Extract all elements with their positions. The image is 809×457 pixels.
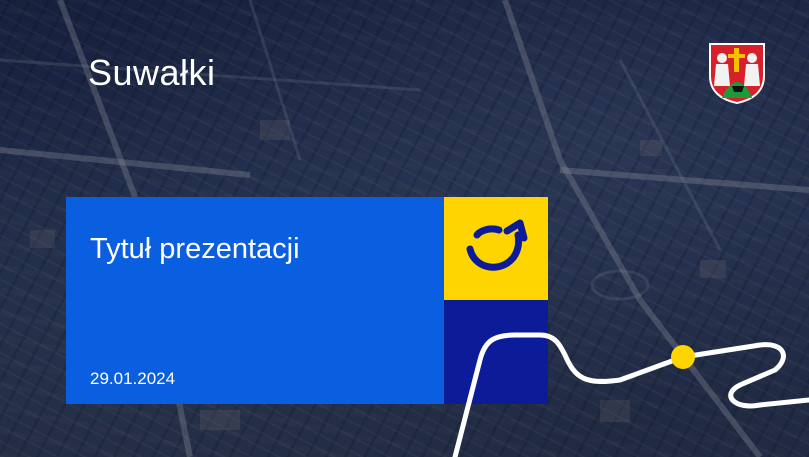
brand-logo-text: Suwałki [88,52,216,93]
presentation-title: Tytuł prezentacji [90,233,300,265]
title-panel: Tytuł prezentacji 29.01.2024 [66,197,444,404]
smile-arrow-icon [466,219,528,271]
logo-mark-tile [444,197,548,300]
navy-accent-tile [444,300,548,404]
presentation-date: 29.01.2024 [90,369,176,388]
presentation-slide: Suwałki Tytuł prezentacji 29.01.2024 [0,0,809,457]
coat-of-arms-icon [708,42,766,105]
